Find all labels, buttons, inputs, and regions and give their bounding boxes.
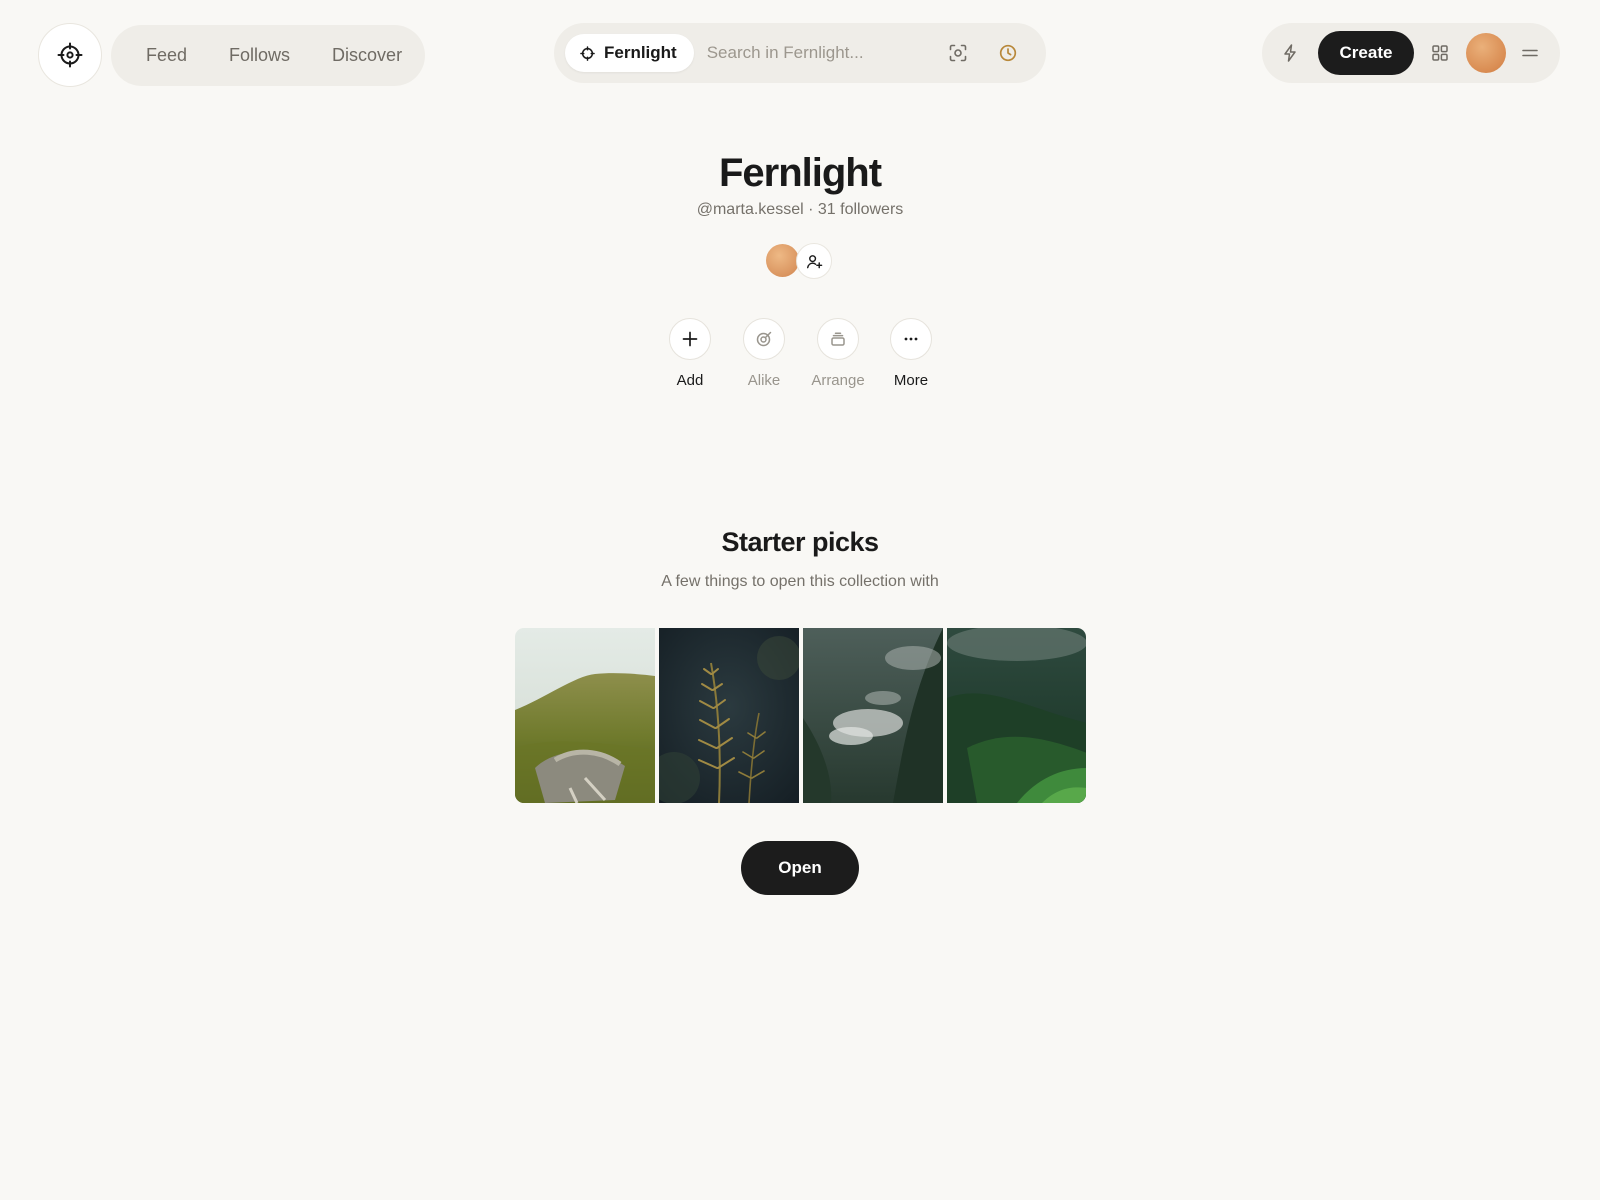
more-action-label: More — [893, 372, 929, 389]
alike-action-circle[interactable] — [743, 318, 785, 360]
visual-search-icon — [949, 44, 967, 62]
owner-avatar[interactable] — [766, 244, 799, 277]
open-collection-button[interactable]: Open — [741, 841, 859, 895]
home-logo-button[interactable] — [38, 23, 102, 87]
add-action-circle[interactable] — [669, 318, 711, 360]
search-scope-chip[interactable]: Fernlight — [565, 34, 694, 72]
arrange-action-label: Arrange — [811, 372, 865, 389]
nav-follows[interactable]: Follows — [208, 45, 311, 66]
meta-separator: · — [808, 201, 814, 218]
nav-discover[interactable]: Discover — [311, 45, 423, 66]
misty-forest-image[interactable] — [803, 628, 943, 803]
crosshair-logo-icon — [57, 42, 83, 68]
search-bar: Fernlight — [554, 23, 1046, 83]
create-button[interactable]: Create — [1318, 31, 1414, 75]
fern-frond-image[interactable] — [659, 628, 799, 803]
nav-feed[interactable]: Feed — [125, 45, 208, 66]
follower-count[interactable]: 31 followers — [818, 201, 903, 218]
alike-action-label: Alike — [747, 372, 781, 389]
starter-picks-title: Starter picks — [721, 527, 879, 557]
starter-picks-subtitle: A few things to open this collection wit… — [661, 573, 939, 590]
starter-picks-gallery — [515, 628, 1086, 803]
arrange-action-circle[interactable] — [817, 318, 859, 360]
crosshair-icon — [580, 45, 595, 61]
history-clock-icon — [999, 44, 1017, 62]
add-person-icon — [806, 254, 822, 268]
plus-icon — [682, 331, 698, 347]
stack-icon — [831, 332, 845, 346]
green-mountain-valley-image[interactable] — [947, 628, 1086, 803]
collection-page: Feed Follows Discover Fernlight Search i… — [0, 0, 1600, 1200]
target-icon — [756, 331, 772, 347]
add-action-label: Add — [676, 372, 704, 389]
menu-button[interactable] — [1516, 39, 1544, 67]
apps-grid-button[interactable] — [1426, 39, 1454, 67]
user-toolbar: Create — [1262, 23, 1560, 83]
search-scope-label: Fernlight — [604, 43, 677, 62]
collection-title: Fernlight — [718, 151, 882, 195]
quick-actions-button[interactable] — [1276, 39, 1304, 67]
menu-icon — [1522, 49, 1538, 57]
visual-search-button[interactable] — [944, 39, 972, 67]
ellipsis-icon — [904, 337, 918, 341]
lightning-icon — [1284, 44, 1296, 62]
collection-meta: @marta.kessel · 31 followers — [0, 201, 1600, 219]
grid-icon — [1432, 45, 1448, 61]
avatar[interactable] — [1466, 33, 1506, 73]
more-action-circle[interactable] — [890, 318, 932, 360]
search-input[interactable] — [706, 34, 947, 72]
invite-collaborator-button[interactable] — [796, 243, 832, 279]
main-nav: Feed Follows Discover — [111, 25, 425, 86]
owner-handle[interactable]: @marta.kessel — [697, 201, 804, 218]
grassy-hillside-image[interactable] — [515, 628, 655, 803]
more-action[interactable]: More — [866, 318, 956, 389]
search-history-button[interactable] — [994, 39, 1022, 67]
